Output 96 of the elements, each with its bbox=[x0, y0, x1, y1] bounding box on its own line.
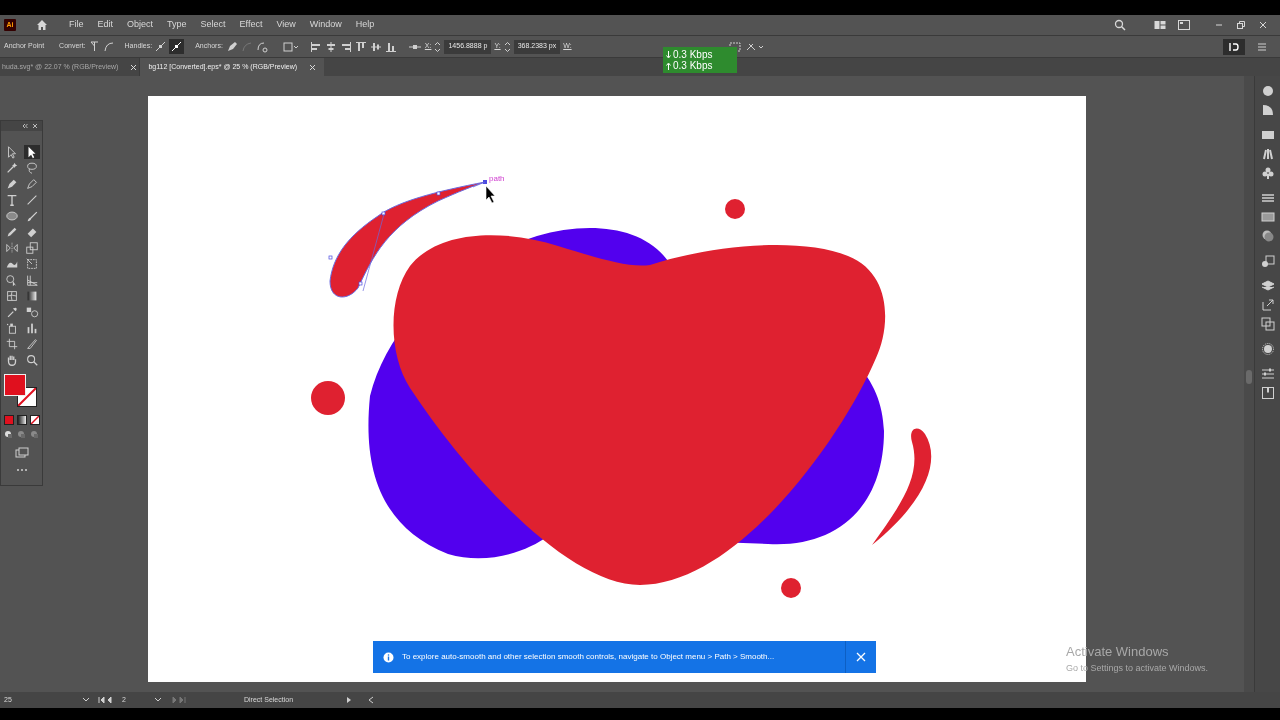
sun-icon[interactable] bbox=[1260, 342, 1275, 356]
speed-text: 0.3 Kbps bbox=[673, 49, 713, 60]
scroll-left-icon[interactable] bbox=[368, 696, 374, 704]
menu-icon[interactable] bbox=[1256, 40, 1268, 53]
export-icon[interactable] bbox=[1260, 298, 1275, 312]
scale-tool[interactable] bbox=[23, 241, 40, 255]
reflect-tool[interactable] bbox=[3, 241, 20, 255]
align-to-icon[interactable] bbox=[282, 40, 299, 53]
menu-item[interactable]: Effect bbox=[238, 18, 264, 32]
ellipse-icon bbox=[4, 209, 19, 223]
direct-selection-tool[interactable] bbox=[23, 145, 40, 159]
stroke-icon[interactable] bbox=[1260, 191, 1275, 205]
first-page-icon[interactable] bbox=[98, 696, 114, 704]
gradient-icon[interactable] bbox=[1260, 210, 1275, 224]
lasso-icon bbox=[24, 161, 39, 175]
isolate-icon[interactable] bbox=[727, 40, 742, 53]
drop-shape[interactable] bbox=[872, 428, 932, 545]
slash-icon bbox=[17, 388, 36, 406]
handles-hide-button[interactable] bbox=[169, 39, 185, 54]
dropdown-icon[interactable] bbox=[154, 697, 162, 703]
corner-point-icon[interactable] bbox=[88, 41, 100, 52]
download-icon bbox=[666, 50, 671, 59]
dropdown-icon[interactable] bbox=[82, 697, 90, 703]
handles-icon[interactable] bbox=[155, 41, 167, 52]
menu-item[interactable]: Window bbox=[308, 18, 343, 32]
blend-icon bbox=[24, 305, 39, 319]
close-icon[interactable] bbox=[309, 63, 317, 71]
cursor-icon bbox=[485, 185, 496, 204]
cut-path-icon[interactable] bbox=[255, 40, 268, 53]
club-icon[interactable] bbox=[1260, 166, 1275, 180]
menu-item[interactable]: File bbox=[68, 18, 85, 32]
brushes-icon[interactable] bbox=[1260, 147, 1275, 161]
align-icon[interactable] bbox=[354, 40, 367, 53]
play-icon[interactable] bbox=[346, 696, 352, 704]
workspace-icon[interactable] bbox=[1154, 20, 1166, 30]
color-mode-button[interactable] bbox=[3, 415, 14, 425]
artboard-icon bbox=[4, 337, 19, 351]
selected-path[interactable] bbox=[328, 180, 487, 298]
snap-icon bbox=[1228, 40, 1240, 53]
menu-item[interactable]: View bbox=[275, 18, 297, 32]
close-icon[interactable] bbox=[1258, 20, 1268, 30]
close-icon[interactable] bbox=[130, 63, 138, 71]
none-mode-button[interactable] bbox=[29, 415, 40, 425]
align-icon[interactable] bbox=[324, 40, 337, 53]
gradient-mode-button[interactable] bbox=[16, 415, 27, 425]
appearance-icon[interactable] bbox=[1260, 254, 1275, 268]
transform-icon bbox=[24, 257, 39, 271]
panel-icon[interactable] bbox=[1178, 20, 1190, 30]
menu-item[interactable]: Edit bbox=[96, 18, 115, 32]
notification-text: To explore auto-smooth and other selection smooth controls, navigate to Object menu > Path > Smooth... bbox=[402, 651, 776, 663]
menu-item[interactable]: Object bbox=[126, 18, 155, 32]
pen-minus-icon[interactable] bbox=[225, 40, 238, 53]
mesh-icon bbox=[4, 289, 19, 303]
close-icon[interactable] bbox=[32, 123, 38, 129]
pen-icon bbox=[24, 177, 39, 191]
speed-text: 0.3 Kbps bbox=[673, 60, 713, 71]
menu-item[interactable]: Help bbox=[354, 18, 376, 32]
collapse-icon[interactable] bbox=[22, 123, 28, 129]
layers-icon[interactable] bbox=[1260, 279, 1275, 293]
home-icon[interactable] bbox=[36, 19, 48, 31]
snap-button[interactable] bbox=[1223, 38, 1245, 55]
knife-icon bbox=[24, 337, 39, 351]
layered-heart-shape[interactable] bbox=[368, 228, 886, 585]
smooth-point-icon[interactable] bbox=[102, 41, 114, 52]
align-icon[interactable] bbox=[369, 40, 382, 53]
align-icon[interactable] bbox=[309, 40, 322, 53]
dot-shape[interactable] bbox=[311, 381, 345, 415]
dot-shape[interactable] bbox=[781, 578, 801, 598]
dot-shape[interactable] bbox=[725, 199, 745, 219]
reflect-icon bbox=[4, 241, 19, 255]
more-icon[interactable] bbox=[15, 468, 28, 472]
zoom-icon bbox=[24, 353, 39, 367]
path-hint-label: path bbox=[489, 173, 505, 185]
scrollbar-thumb[interactable] bbox=[1246, 370, 1252, 384]
menu-item[interactable]: Select bbox=[199, 18, 227, 32]
stepper-icon[interactable] bbox=[503, 40, 511, 53]
info-icon bbox=[383, 651, 394, 663]
align-icon[interactable] bbox=[384, 40, 397, 53]
handles-icon bbox=[171, 41, 183, 52]
align-icon[interactable] bbox=[339, 40, 352, 53]
grid-icon bbox=[24, 273, 39, 287]
sliders-icon[interactable] bbox=[1260, 367, 1275, 381]
stepper-icon[interactable] bbox=[434, 40, 442, 53]
corner-icon[interactable] bbox=[1260, 103, 1275, 117]
transparency-icon[interactable] bbox=[1260, 229, 1275, 243]
ellipse-tool[interactable] bbox=[3, 209, 20, 223]
restore-icon[interactable] bbox=[1236, 20, 1246, 30]
menu-item[interactable]: Type bbox=[166, 18, 188, 32]
draw-mode-icon[interactable] bbox=[4, 430, 13, 439]
search-icon[interactable] bbox=[1114, 19, 1126, 31]
properties-icon[interactable] bbox=[1260, 386, 1275, 400]
screen-mode-icon[interactable] bbox=[14, 447, 29, 458]
sprayer-icon bbox=[4, 321, 19, 335]
scale-icon bbox=[24, 241, 39, 255]
artboards-icon[interactable] bbox=[1260, 317, 1275, 331]
upload-icon bbox=[666, 61, 671, 70]
